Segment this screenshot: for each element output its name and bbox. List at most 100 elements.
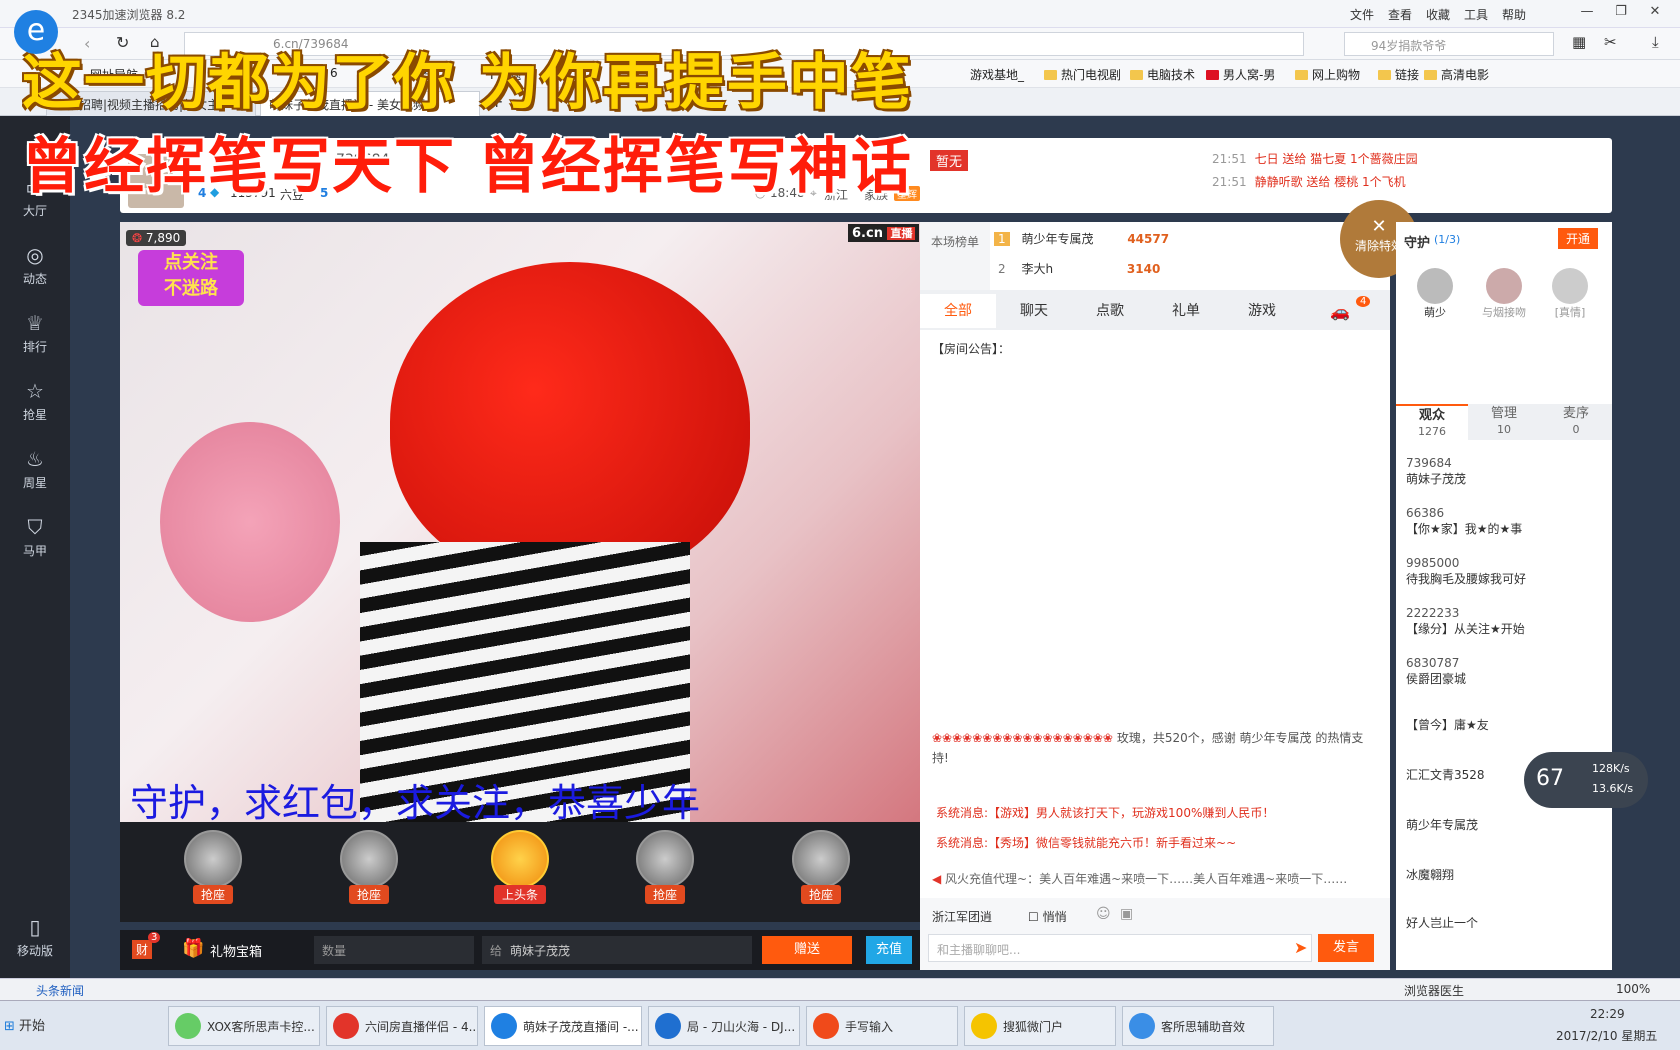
nav-vest[interactable]: ⛉ 马甲 [0, 506, 70, 572]
empty-seat-icon [636, 830, 694, 888]
send-message-button[interactable]: 发言 [1318, 934, 1374, 962]
seat-1[interactable]: 抢座 [168, 830, 258, 916]
task-item[interactable]: 客所思辅助音效 [1122, 1006, 1274, 1046]
megaphone-icon: ◀ [932, 872, 946, 886]
task-item[interactable]: 手写输入 [806, 1006, 958, 1046]
rank-score: 3140 [1126, 262, 1161, 276]
start-button[interactable]: ⊞ 开始 [4, 1015, 45, 1034]
guard-member[interactable]: 萌少 [1410, 268, 1460, 320]
image-icon[interactable]: ▣ [1120, 906, 1133, 922]
avatar [1552, 268, 1588, 304]
audience-item[interactable]: 6830787 侯爵团豪城 [1406, 656, 1606, 687]
follow-sticker[interactable]: 点关注 不迷路 [138, 250, 244, 306]
nav-rank[interactable]: ♕ 排行 [0, 302, 70, 368]
tab-all[interactable]: 全部 [920, 294, 996, 328]
tab-admin[interactable]: 管理 10 [1468, 404, 1540, 440]
emoji-icon[interactable]: ☺ [1096, 906, 1111, 922]
wealth-count: 3 [148, 932, 161, 943]
bookmark-item[interactable]: 游戏基地_ [970, 66, 1024, 83]
bookmark-item[interactable]: 热门电视剧 [1044, 66, 1121, 83]
menu-view[interactable]: 查看 [1388, 6, 1412, 23]
tab-song[interactable]: 点歌 [1072, 294, 1148, 328]
task-item[interactable]: XOX客所思声卡控... [168, 1006, 320, 1046]
chat-placeholder: 和主播聊聊吧... [937, 943, 1021, 957]
tab-audience[interactable]: 观众 1276 [1396, 404, 1468, 440]
chat-input[interactable]: 和主播聊聊吧... [928, 934, 1312, 962]
bookmark-item[interactable]: 网上购物 [1295, 66, 1360, 83]
audience-item[interactable]: 739684 萌妹子茂茂 [1406, 456, 1606, 487]
menu-help[interactable]: 帮助 [1502, 6, 1526, 23]
send-plane-icon[interactable]: ➤ [1294, 938, 1307, 957]
group-chip[interactable]: 浙江军团逍 [932, 908, 992, 925]
recipient-label: 给 [490, 944, 503, 958]
news-link[interactable]: 头条新闻 [36, 982, 84, 999]
whisper-label: 悄悄 [1042, 910, 1067, 924]
nav-weekly[interactable]: ♨ 周星 [0, 438, 70, 504]
open-guard-button[interactable]: 开通 [1558, 228, 1599, 249]
bookmark-item[interactable]: 电脑技术 [1130, 66, 1195, 83]
grid-icon[interactable]: ▦ [1572, 33, 1586, 51]
maximize-icon[interactable]: ❐ [1610, 4, 1632, 22]
car-icon[interactable]: 🚗 [1330, 302, 1350, 321]
guard-member[interactable]: 与烟接吻 [1476, 268, 1532, 320]
audience-item[interactable]: 66386 【你★家】我★的★事 [1406, 506, 1606, 537]
folder-icon [1295, 70, 1308, 80]
menu-file[interactable]: 文件 [1350, 6, 1374, 23]
tab-game[interactable]: 游戏 [1224, 294, 1300, 328]
nav-mobile[interactable]: ▯ 移动版 [0, 906, 70, 972]
app-icon [175, 1013, 201, 1039]
charge-button[interactable]: 充值 [866, 936, 912, 964]
recipient-select[interactable]: 给萌妹子茂茂 [482, 936, 752, 964]
speed-widget[interactable]: 67 128K/s 13.6K/s [1524, 752, 1648, 808]
audience-item[interactable]: 好人岂止一个 [1406, 914, 1606, 931]
quantity-input[interactable]: 数量 [314, 936, 474, 964]
download-icon[interactable]: ⤓ [1652, 33, 1659, 51]
guard-member[interactable]: [真情] [1542, 268, 1598, 320]
audience-item[interactable]: 【曾今】庸★友 [1406, 716, 1606, 733]
rank-row[interactable]: 1 萌少年专属茂 44577 [994, 230, 1294, 247]
audience-id: 739684 [1406, 456, 1452, 470]
send-gift-button[interactable]: 赠送 [762, 936, 852, 964]
tab-chat[interactable]: 聊天 [996, 294, 1072, 328]
nav-news[interactable]: ◎ 动态 [0, 234, 70, 300]
zoom-level[interactable]: 100% [1616, 982, 1650, 996]
tab-gift-list[interactable]: 礼单 [1148, 294, 1224, 328]
task-item[interactable]: 六间房直播伴侣 - 4... [326, 1006, 478, 1046]
menu-favorites[interactable]: 收藏 [1426, 6, 1450, 23]
tab-queue[interactable]: 麦序 0 [1540, 404, 1612, 440]
menu-tools[interactable]: 工具 [1464, 6, 1488, 23]
bookmark-item[interactable]: 男人窝-男 [1206, 66, 1275, 83]
scissors-icon[interactable]: ✂ [1604, 33, 1617, 51]
browser-doctor[interactable]: 浏览器医生 [1404, 982, 1464, 999]
nav-star[interactable]: ☆ 抢星 [0, 370, 70, 436]
wealth-icon[interactable]: 财 [132, 940, 153, 959]
tab-label: 管理 [1490, 406, 1517, 421]
task-item[interactable]: 局 - 刀山火海 - DJ... [648, 1006, 800, 1046]
audience-item[interactable]: 冰魔翱翔 [1406, 866, 1606, 883]
seat-3[interactable]: 抢座 [620, 830, 710, 916]
seat-2[interactable]: 抢座 [324, 830, 414, 916]
minimize-icon[interactable]: — [1576, 4, 1598, 22]
audience-item[interactable]: 2222233 【缘分】从关注★开始 [1406, 606, 1606, 637]
search-input[interactable]: 94岁捐款爷爷 [1344, 32, 1554, 56]
headline-button[interactable]: 上头条 [475, 830, 565, 916]
rank-row[interactable]: 2 李大h 3140 [994, 260, 1294, 277]
app-icon [655, 1013, 681, 1039]
notice-text: 静静听歌 送给 樱桃 1个飞机 [1254, 175, 1406, 189]
seat-bar: 抢座 抢座 上头条 抢座 抢座 [120, 822, 920, 922]
system-message: 系统消息:【秀场】微信零钱就能充六币！新手看过来~~ [936, 836, 1237, 850]
audience-item[interactable]: 9985000 待我胸毛及腰嫁我可好 [1406, 556, 1606, 587]
bookmark-item[interactable]: 高清电影 [1424, 66, 1489, 83]
bookmark-item[interactable]: 链接 [1378, 66, 1419, 83]
gift-chest-button[interactable]: 礼物宝箱 [210, 941, 262, 960]
task-item[interactable]: 搜狐微门户 [964, 1006, 1116, 1046]
audience-id: 2222233 [1406, 606, 1460, 620]
seat-4[interactable]: 抢座 [776, 830, 866, 916]
task-item[interactable]: 萌妹子茂茂直播间 -... [484, 1006, 642, 1046]
close-icon[interactable]: ✕ [1644, 4, 1666, 22]
live-video[interactable]: ❂ 7,890 6.cn 直播 点关注 不迷路 守护，求红包，求关注，恭喜少年 [120, 222, 920, 825]
compass-icon: ◎ [26, 243, 44, 267]
audience-id: 66386 [1406, 506, 1445, 520]
whisper-checkbox[interactable]: ☐ 悄悄 [1028, 908, 1067, 925]
audience-item[interactable]: 萌少年专属茂 [1406, 816, 1606, 833]
